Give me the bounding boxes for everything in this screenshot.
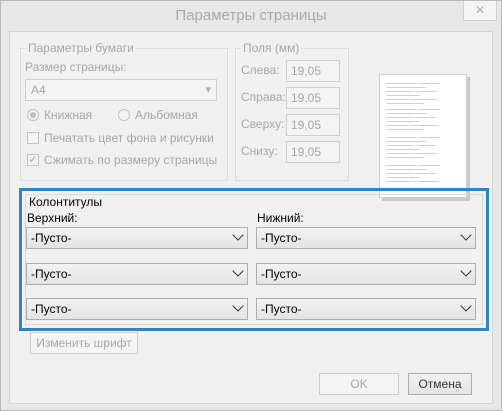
cancel-button[interactable]: Отмена <box>408 373 472 395</box>
portrait-radio[interactable] <box>27 109 39 121</box>
headers-footers-label: Колонтитулы <box>27 195 105 209</box>
page-size-select[interactable]: A4 ▾ <box>25 79 217 101</box>
paper-group-label: Параметры бумаги <box>28 41 134 55</box>
chevron-down-icon <box>460 265 472 277</box>
margin-bottom-input[interactable]: 19,05 <box>286 141 340 163</box>
ok-button[interactable]: OK <box>319 373 399 395</box>
margin-top-input[interactable]: 19,05 <box>286 114 340 136</box>
margin-top-label: Сверху: <box>241 117 285 131</box>
chevron-down-icon <box>232 229 244 241</box>
footer-label: Нижний: <box>257 211 304 225</box>
portrait-label: Книжная <box>44 108 93 122</box>
page-setup-dialog: Параметры страницы ✕ Параметры бумаги Ра… <box>0 0 502 411</box>
header-select-1-value: -Пусто- <box>31 231 72 245</box>
header-select-3[interactable]: -Пусто- <box>26 298 248 320</box>
chevron-down-icon <box>232 265 244 277</box>
footer-select-1[interactable]: -Пусто- <box>256 227 476 249</box>
header-select-1[interactable]: -Пусто- <box>26 227 248 249</box>
page-size-label: Размер страницы: <box>25 60 127 74</box>
header-select-2-value: -Пусто- <box>31 267 72 281</box>
change-font-button[interactable]: Изменить шрифт <box>30 332 138 354</box>
footer-select-2-value: -Пусто- <box>261 267 302 281</box>
margin-right-input[interactable]: 19,05 <box>286 87 340 109</box>
footer-select-2[interactable]: -Пусто- <box>256 263 476 285</box>
footer-select-3[interactable]: -Пусто- <box>256 298 476 320</box>
landscape-radio[interactable] <box>118 109 130 121</box>
margin-right-label: Справа: <box>241 90 286 104</box>
margins-group-label: Поля (мм) <box>243 41 300 55</box>
checkmark-icon: ✓ <box>28 154 38 166</box>
close-icon: ✕ <box>474 3 486 17</box>
print-background-checkbox[interactable] <box>27 132 39 144</box>
chevron-down-icon <box>232 300 244 312</box>
dialog-title: Параметры страницы <box>175 7 327 24</box>
page-size-value: A4 <box>31 83 46 97</box>
chevron-down-icon <box>460 229 472 241</box>
chevron-down-icon <box>460 300 472 312</box>
margin-bottom-label: Снизу: <box>241 144 278 158</box>
close-button[interactable]: ✕ <box>463 1 497 21</box>
dialog-client: Параметры бумаги Размер страницы: A4 ▾ К… <box>9 31 493 404</box>
footer-select-1-value: -Пусто- <box>261 231 302 245</box>
margin-left-label: Слева: <box>241 63 280 77</box>
header-label: Верхний: <box>27 211 78 225</box>
print-background-label: Печатать цвет фона и рисунки <box>44 131 214 145</box>
chevron-down-icon: ▾ <box>205 84 211 96</box>
header-select-2[interactable]: -Пусто- <box>26 263 248 285</box>
title-bar: Параметры страницы ✕ <box>1 1 501 31</box>
landscape-label: Альбомная <box>135 108 198 122</box>
shrink-to-fit-label: Сжимать по размеру страницы <box>44 153 218 167</box>
page-preview <box>379 74 467 198</box>
shrink-to-fit-checkbox[interactable]: ✓ <box>27 154 39 166</box>
margin-left-input[interactable]: 19,05 <box>286 60 340 82</box>
footer-select-3-value: -Пусто- <box>261 302 302 316</box>
header-select-3-value: -Пусто- <box>31 302 72 316</box>
